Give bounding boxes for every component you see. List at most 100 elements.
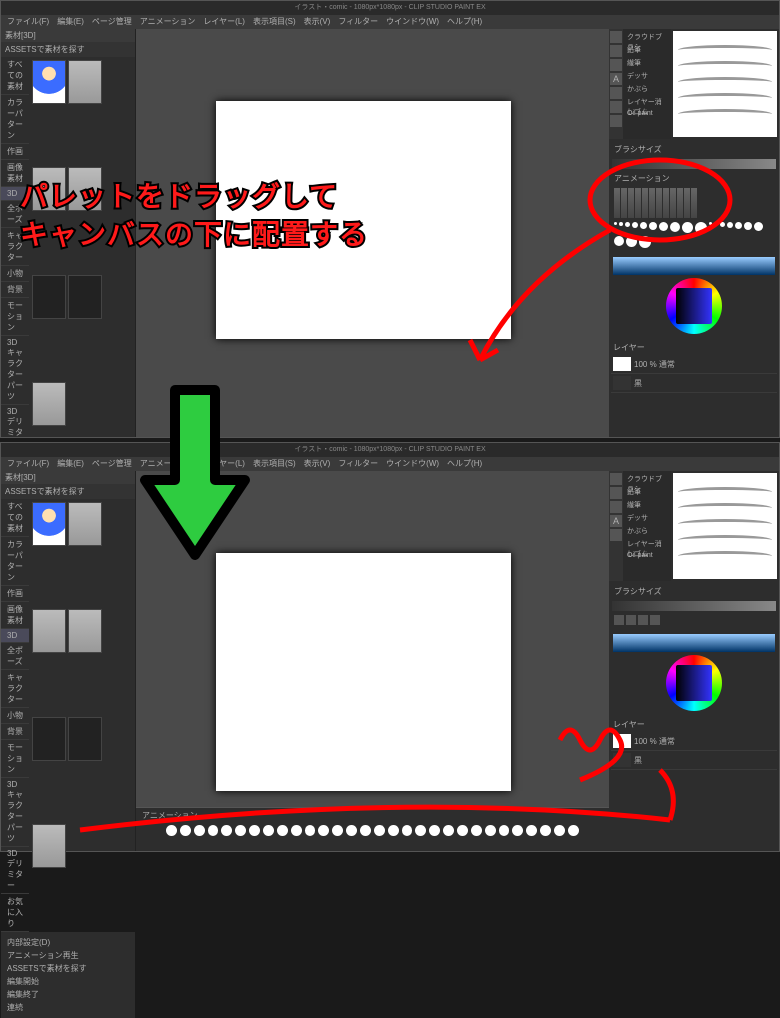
- brush-oil[interactable]: Oil paint: [625, 551, 669, 564]
- thumb-body-4[interactable]: [32, 824, 66, 868]
- thumb-body-4[interactable]: [32, 382, 66, 426]
- thumb-body-1[interactable]: [68, 60, 102, 104]
- frame-dot[interactable]: [499, 825, 510, 836]
- tool-icon-5[interactable]: [610, 529, 622, 541]
- nav-color-pattern[interactable]: カラーパターン: [1, 95, 29, 144]
- frame-strip[interactable]: [136, 823, 609, 838]
- frame-dot[interactable]: [194, 825, 205, 836]
- layer-row-1[interactable]: 100 % 通常: [611, 355, 777, 374]
- color-bar[interactable]: [613, 634, 775, 652]
- tree-3d-parts[interactable]: 3Dキャラクターパーツ: [1, 778, 29, 847]
- tree-character[interactable]: キャラクター: [1, 670, 29, 708]
- frame-dot[interactable]: [180, 825, 191, 836]
- assets-search-link[interactable]: ASSETSで素材を探す: [1, 484, 135, 499]
- tool-icon-5[interactable]: [610, 87, 622, 99]
- menu-window[interactable]: ウインドウ(W): [386, 457, 439, 471]
- frame-dot[interactable]: [208, 825, 219, 836]
- brush-fude[interactable]: 繊筆: [625, 499, 669, 512]
- tree-motion[interactable]: モーション: [1, 298, 29, 336]
- tree-bg[interactable]: 背景: [1, 282, 29, 298]
- thumb-body-3[interactable]: [68, 609, 102, 653]
- menu-select[interactable]: 表示項目(S): [253, 457, 296, 471]
- brush-dessin[interactable]: デッサ: [625, 512, 669, 525]
- tool-icon-7[interactable]: [610, 115, 622, 127]
- brush-dessin[interactable]: デッサ: [625, 70, 669, 83]
- extra-continuous[interactable]: 連続: [5, 1001, 131, 1014]
- menu-bar[interactable]: ファイル(F) 編集(E) ページ管理 アニメーション レイヤー(L) 表示項目…: [1, 15, 779, 29]
- menu-filter[interactable]: フィルター: [338, 15, 378, 29]
- brush-oil[interactable]: Oil paint: [625, 109, 669, 122]
- nav-manga[interactable]: 作画: [1, 144, 29, 160]
- frame-dot[interactable]: [221, 825, 232, 836]
- color-wheel[interactable]: [666, 655, 722, 711]
- frame-dot[interactable]: [540, 825, 551, 836]
- thumb-body-1[interactable]: [68, 502, 102, 546]
- menu-window[interactable]: ウインドウ(W): [386, 15, 439, 29]
- frame-dot[interactable]: [166, 825, 177, 836]
- menu-view[interactable]: 表示(V): [304, 15, 331, 29]
- thumb-avatar[interactable]: [32, 60, 66, 104]
- tree-bg[interactable]: 背景: [1, 724, 29, 740]
- tool-icon-2[interactable]: [610, 45, 622, 57]
- tree-komono[interactable]: 小物: [1, 266, 29, 282]
- frame-dot[interactable]: [235, 825, 246, 836]
- menu-edit[interactable]: 編集(E): [57, 15, 84, 29]
- frame-dot[interactable]: [526, 825, 537, 836]
- size-btn[interactable]: [650, 615, 660, 625]
- frame-dot[interactable]: [457, 825, 468, 836]
- size-btn[interactable]: [614, 615, 624, 625]
- frame-dot[interactable]: [568, 825, 579, 836]
- menu-page[interactable]: ページ管理: [92, 15, 132, 29]
- brush-kabura[interactable]: かぶら: [625, 83, 669, 96]
- frame-dot[interactable]: [554, 825, 565, 836]
- size-btn[interactable]: [638, 615, 648, 625]
- thumb-head-1[interactable]: [32, 717, 66, 761]
- menu-select[interactable]: 表示項目(S): [253, 15, 296, 29]
- size-bar[interactable]: [612, 159, 776, 169]
- frame-dot[interactable]: [305, 825, 316, 836]
- frame-dot[interactable]: [471, 825, 482, 836]
- frame-dot[interactable]: [277, 825, 288, 836]
- menu-edit[interactable]: 編集(E): [57, 457, 84, 471]
- menu-view[interactable]: 表示(V): [304, 457, 331, 471]
- menu-file[interactable]: ファイル(F): [7, 15, 49, 29]
- brush-eraser[interactable]: レイヤー消しゴム: [625, 538, 669, 551]
- extra-assets-search[interactable]: ASSETSで素材を探す: [5, 962, 131, 975]
- tool-icon-1[interactable]: [610, 31, 622, 43]
- menu-animation[interactable]: アニメーション: [140, 15, 196, 29]
- frame-dot[interactable]: [332, 825, 343, 836]
- nav-image[interactable]: 画像素材: [1, 602, 29, 629]
- thumb-head-2[interactable]: [68, 275, 102, 319]
- tree-motion[interactable]: モーション: [1, 740, 29, 778]
- nav-all[interactable]: すべての素材: [1, 57, 29, 95]
- brush-eraser[interactable]: レイヤー消しゴム: [625, 96, 669, 109]
- frame-dot[interactable]: [402, 825, 413, 836]
- menu-filter[interactable]: フィルター: [338, 457, 378, 471]
- frame-dot[interactable]: [388, 825, 399, 836]
- frame-dot[interactable]: [360, 825, 371, 836]
- tree-3d-primitive[interactable]: 3Dデリミター: [1, 847, 29, 894]
- thumb-avatar[interactable]: [32, 502, 66, 546]
- tool-icon-3[interactable]: [610, 501, 622, 513]
- frame-dot[interactable]: [291, 825, 302, 836]
- brush-size-dots[interactable]: [612, 220, 776, 250]
- tool-icon-text[interactable]: A: [610, 515, 622, 527]
- menu-file[interactable]: ファイル(F): [7, 457, 49, 471]
- thumb-head-1[interactable]: [32, 275, 66, 319]
- frame-dot[interactable]: [346, 825, 357, 836]
- extra-edit-end[interactable]: 編集終了: [5, 988, 131, 1001]
- brush-kabura[interactable]: かぶら: [625, 525, 669, 538]
- menu-bar[interactable]: ファイル(F) 編集(E) ページ管理 アニメーション レイヤー(L) 表示項目…: [1, 457, 779, 471]
- size-bar[interactable]: [612, 601, 776, 611]
- frame-dot[interactable]: [415, 825, 426, 836]
- nav-3d[interactable]: 3D: [1, 629, 29, 643]
- layer-row-2[interactable]: 黒: [611, 751, 777, 770]
- tree-pose[interactable]: 全ポーズ: [1, 643, 29, 670]
- tree-3d-parts[interactable]: 3Dキャラクターパーツ: [1, 336, 29, 405]
- tool-icon-6[interactable]: [610, 101, 622, 113]
- tool-icon-text[interactable]: A: [610, 73, 622, 85]
- extra-anim-play[interactable]: アニメーション再生: [5, 949, 131, 962]
- frame-dot[interactable]: [318, 825, 329, 836]
- frame-dot[interactable]: [512, 825, 523, 836]
- tree-komono[interactable]: 小物: [1, 708, 29, 724]
